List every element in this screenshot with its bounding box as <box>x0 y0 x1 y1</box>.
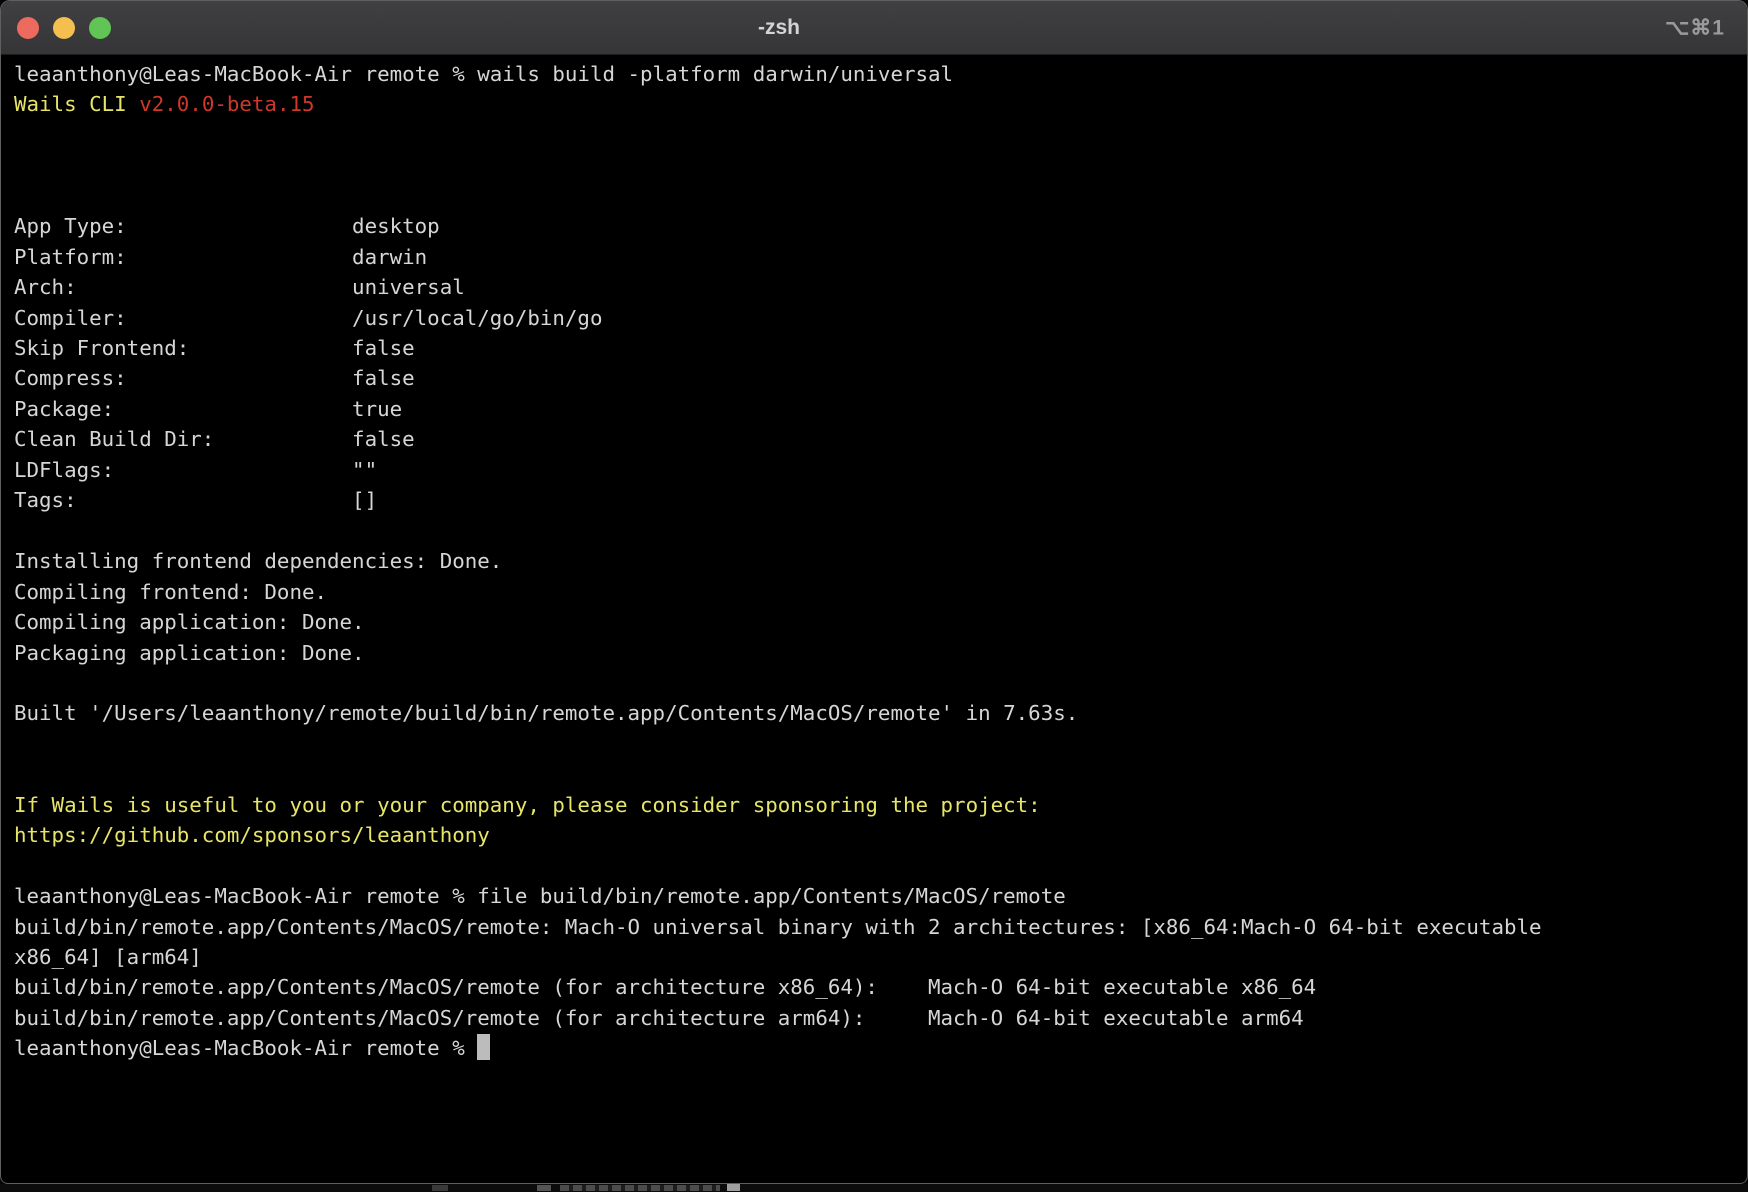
terminal-window: -zsh ⌥⌘1 leaanthony@Leas-MacBook-Air rem… <box>0 0 1748 1184</box>
terminal-line: App Type: desktop <box>14 211 1746 241</box>
terminal-line: Arch: universal <box>14 272 1746 302</box>
terminal-line: build/bin/remote.app/Contents/MacOS/remo… <box>14 1003 1746 1033</box>
terminal-line: https://github.com/sponsors/leaanthony <box>14 820 1746 850</box>
background-text-fragment <box>537 1185 551 1191</box>
terminal-line: LDFlags: "" <box>14 455 1746 485</box>
terminal-line: x86_64] [arm64] <box>14 942 1746 972</box>
titlebar: -zsh ⌥⌘1 <box>1 1 1747 55</box>
terminal-line: Skip Frontend: false <box>14 333 1746 363</box>
terminal-line: Installing frontend dependencies: Done. <box>14 546 1746 576</box>
terminal-line <box>14 120 1746 150</box>
terminal-line <box>14 759 1746 789</box>
terminal-line: Package: true <box>14 394 1746 424</box>
terminal-line: build/bin/remote.app/Contents/MacOS/remo… <box>14 972 1746 1002</box>
terminal-line: Compiling application: Done. <box>14 607 1746 637</box>
terminal-line: Packaging application: Done. <box>14 638 1746 668</box>
close-button[interactable] <box>17 17 39 39</box>
zoom-button[interactable] <box>89 17 111 39</box>
terminal-line: Compiling frontend: Done. <box>14 577 1746 607</box>
terminal-line: Platform: darwin <box>14 242 1746 272</box>
minimize-button[interactable] <box>53 17 75 39</box>
terminal-line: If Wails is useful to you or your compan… <box>14 790 1746 820</box>
window-title: -zsh <box>758 16 800 40</box>
terminal-line <box>14 150 1746 180</box>
terminal-line <box>14 851 1746 881</box>
terminal-line: Clean Build Dir: false <box>14 424 1746 454</box>
background-text-fragment <box>560 1185 720 1191</box>
terminal-line <box>14 668 1746 698</box>
terminal-line: leaanthony@Leas-MacBook-Air remote % fil… <box>14 881 1746 911</box>
background-text-fragment <box>727 1184 740 1191</box>
terminal-line <box>14 729 1746 759</box>
terminal-line: build/bin/remote.app/Contents/MacOS/remo… <box>14 912 1746 942</box>
terminal-line: leaanthony@Leas-MacBook-Air remote % <box>14 1033 1746 1063</box>
terminal-cursor <box>477 1034 490 1060</box>
terminal-line <box>14 516 1746 546</box>
terminal-output[interactable]: leaanthony@Leas-MacBook-Air remote % wai… <box>2 55 1746 1182</box>
background-window-sliver <box>0 1184 1748 1192</box>
terminal-line: Compiler: /usr/local/go/bin/go <box>14 303 1746 333</box>
terminal-line: Wails CLI v2.0.0-beta.15 <box>14 89 1746 119</box>
terminal-line: leaanthony@Leas-MacBook-Air remote % wai… <box>14 59 1746 89</box>
background-text-fragment <box>432 1185 448 1191</box>
keyboard-shortcut-badge: ⌥⌘1 <box>1665 15 1725 40</box>
terminal-line <box>14 181 1746 211</box>
terminal-line: Built '/Users/leaanthony/remote/build/bi… <box>14 698 1746 728</box>
traffic-lights <box>1 17 111 39</box>
terminal-line: Compress: false <box>14 363 1746 393</box>
terminal-line: Tags: [] <box>14 485 1746 515</box>
